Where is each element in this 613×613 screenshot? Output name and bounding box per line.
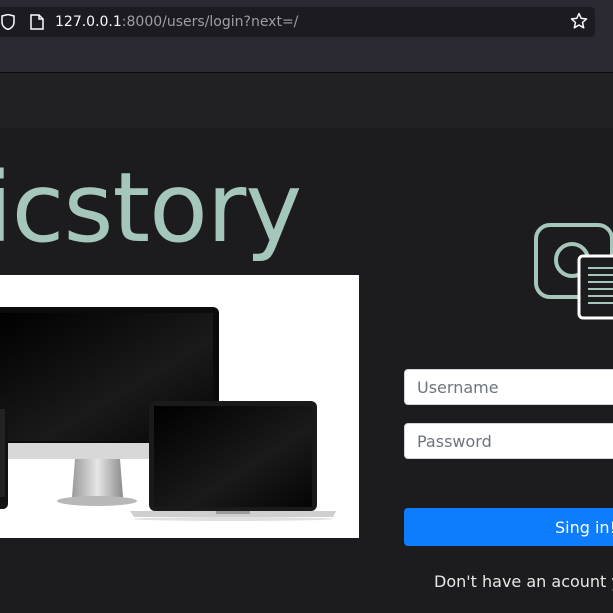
devices-hero-image (0, 275, 359, 538)
bookmarks-strip (0, 44, 613, 73)
page-icon (30, 14, 44, 30)
url-host: 127.0.0.1 (55, 14, 122, 30)
star-icon[interactable] (570, 12, 588, 30)
devices-illustration (0, 307, 336, 521)
username-field[interactable] (404, 369, 613, 405)
sign-in-button[interactable]: Sing in! (404, 508, 613, 546)
signup-link[interactable]: Don't have an acount ye (434, 571, 613, 593)
password-field[interactable] (404, 423, 613, 459)
site-navbar (0, 73, 613, 128)
url-text[interactable]: 127.0.0.1:8000/users/login?next=/ (55, 13, 298, 31)
shield-icon[interactable] (0, 14, 16, 30)
brand-title: icstory (0, 152, 302, 264)
camera-document-icon (534, 223, 613, 320)
browser-toolbar: 127.0.0.1:8000/users/login?next=/ (0, 0, 613, 44)
url-path: :8000/users/login?next=/ (121, 14, 299, 30)
